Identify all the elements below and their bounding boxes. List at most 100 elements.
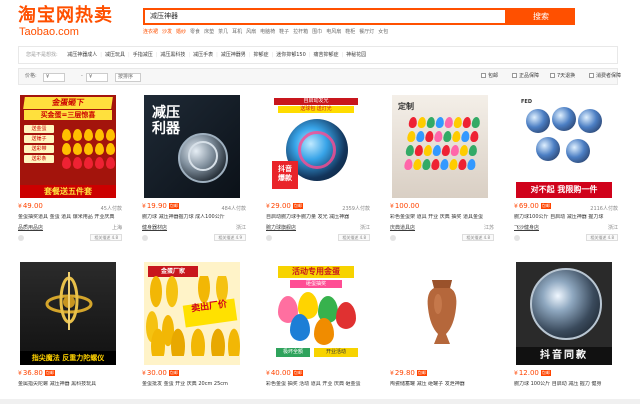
hot-link[interactable]: 拉杆箱 <box>293 29 308 35</box>
service-icons: 相关描述 4.8 <box>390 234 500 242</box>
image-ticket: 送彩带 <box>24 145 54 153</box>
related-search-link[interactable]: 减压神器男 <box>221 52 246 58</box>
product-title[interactable]: 金蛋批发 金蛋 开业 庆典 20cm 25cm <box>142 381 250 388</box>
hot-link[interactable]: 茶几 <box>218 29 228 35</box>
shop-name[interactable]: 飞沙健身店 <box>514 224 539 231</box>
checkbox-icon[interactable] <box>481 73 486 78</box>
checkbox-consumer-protection[interactable]: 消费者保障 <box>589 69 621 84</box>
checkbox-7day-return[interactable]: 7天退换 <box>550 69 575 84</box>
product-card[interactable]: 减压 利器 ¥19.90 包邮 484人付款 腕力球 减压神器握力球 成人100公… <box>138 95 252 247</box>
related-search-link[interactable]: 迷你抑郁150 <box>276 52 306 58</box>
related-search-link[interactable]: 抑郁症 <box>254 52 269 58</box>
hot-link[interactable]: 零食 <box>190 29 200 35</box>
checkbox-icon[interactable] <box>589 73 594 78</box>
wrist-ball-ring <box>188 141 218 171</box>
price-value: 29.80 <box>394 369 415 377</box>
product-price: ¥36.80 包邮 <box>18 369 55 377</box>
product-title[interactable]: 金属指尖陀螺 减压神器 黑科技玩具 <box>18 381 126 388</box>
shop-name[interactable]: 腕力球旗舰店 <box>266 224 296 231</box>
product-title[interactable]: 自启动腕力球手腕力量 发光 减压神器 <box>266 214 374 221</box>
product-title[interactable]: 陶瓷储蓄罐 减压 砸罐子 发泄神器 <box>390 381 498 388</box>
checkbox-genuine[interactable]: 正品保障 <box>512 69 539 84</box>
product-card[interactable]: 抖音同款 ¥12.00 包邮 腕力球 100公斤 自启动 减压 握力 健身 <box>510 262 624 404</box>
product-card[interactable]: 定制 ¥100.00 彩色金蛋架 道具 开业 庆典 抽奖 道具金蛋 庆典道具店 … <box>386 95 500 247</box>
price-value: 100.00 <box>394 202 420 210</box>
related-search-link[interactable]: 减压黑科技 <box>160 52 185 58</box>
seller-icon <box>266 235 272 241</box>
image-bottom-banner: 指尖魔法 反重力陀螺仪 <box>20 351 116 365</box>
related-search-link[interactable]: 减压神器成人 <box>67 52 97 58</box>
product-title[interactable]: 腕力球 100公斤 自启动 减压 握力 健身 <box>514 381 622 388</box>
product-card[interactable]: 自启动发光 送球包 送灯光 抖音 爆款 ¥29.00 包邮 2359人付款 自启动… <box>262 95 376 247</box>
price-min-input[interactable]: ¥ <box>43 73 65 82</box>
checkbox-icon[interactable] <box>512 73 517 78</box>
price-max-input[interactable]: ¥ <box>86 73 108 82</box>
related-search-link[interactable]: 痛苦抑郁症 <box>313 52 338 58</box>
product-card[interactable]: 金蛋厂家 卖出厂价 ¥30.00 包邮 金蛋批发 金蛋 开业 庆典 20cm 25… <box>138 262 252 404</box>
wrist-ball-graphic <box>578 109 602 133</box>
product-title[interactable]: 彩色金蛋架 道具 开业 庆典 抽奖 道具金蛋 <box>390 214 498 221</box>
product-image[interactable]: FED 对不起 我限购一件 <box>516 95 612 198</box>
sort-select[interactable]: 按排序 <box>115 73 141 82</box>
hot-link[interactable]: 鞋子 <box>279 29 289 35</box>
hot-link[interactable]: 沙发 <box>162 29 172 35</box>
hot-link[interactable]: 女包 <box>378 29 388 35</box>
product-title[interactable]: 腕力球100公斤 自启动 减压神器 握力球 <box>514 214 622 221</box>
search-input[interactable]: 减压神器 <box>143 8 507 25</box>
product-card[interactable]: 活动专用金蛋 砸蛋抽奖 极坏全额 开业活动 ¥40.00 包邮 彩色金蛋 抽奖 活… <box>262 262 376 404</box>
hot-link[interactable]: 电风扇 <box>326 29 341 35</box>
product-card[interactable]: FED 对不起 我限购一件 ¥69.00 包邮 2116人付款 腕力球100公斤 … <box>510 95 624 247</box>
location: 江苏 <box>483 225 494 231</box>
related-search-link[interactable]: 减压手表 <box>193 52 213 58</box>
hot-link[interactable]: 连衣裙 <box>143 29 158 35</box>
checkbox-label: 7天退换 <box>557 73 576 79</box>
product-card[interactable]: 指尖魔法 反重力陀螺仪 ¥36.80 包邮 金属指尖陀螺 减压神器 黑科技玩具 <box>14 262 128 404</box>
search-button[interactable]: 搜索 <box>507 8 575 25</box>
product-title[interactable]: 腕力球 减压神器握力球 成人100公斤 <box>142 214 250 221</box>
product-image[interactable]: 金蛋砸下 买金蛋=三层惊喜 送金蛋 送锤子 送彩带 送彩条 套餐送五件套 <box>20 95 116 198</box>
hot-link[interactable]: 风扇 <box>246 29 256 35</box>
hot-link[interactable]: 围巾 <box>312 29 322 35</box>
description-match: 相关描述 4.8 <box>462 234 494 241</box>
price-value: 49.00 <box>22 202 43 210</box>
product-image[interactable]: 定制 <box>392 95 488 198</box>
shop-name[interactable]: 庆典道具店 <box>390 224 415 231</box>
product-title[interactable]: 彩色金蛋 抽奖 活动 道具 开业 庆典 砸金蛋 <box>266 381 374 388</box>
hot-link[interactable]: 电脑椅 <box>260 29 275 35</box>
product-image[interactable]: 活动专用金蛋 砸蛋抽奖 极坏全额 开业活动 <box>268 262 364 365</box>
tag-badge: 包邮 <box>540 370 551 376</box>
image-top-banner: 自启动发光 <box>274 98 358 105</box>
checkbox-label: 正品保障 <box>519 73 540 79</box>
checkbox-icon[interactable] <box>550 73 555 78</box>
product-image[interactable]: 指尖魔法 反重力陀螺仪 <box>20 262 116 365</box>
filter-bar: 价格: ¥ - ¥ 按排序 包邮 正品保障 7天退换 消费者保障 <box>18 68 621 85</box>
related-search-link[interactable]: 减压玩具 <box>105 52 125 58</box>
horizontal-scrollbar[interactable] <box>0 399 640 404</box>
egg-rack-graphic <box>403 117 482 183</box>
hot-link[interactable]: 餐厅灯 <box>359 29 374 35</box>
image-subbanner: 买金蛋=三层惊喜 <box>24 110 112 120</box>
taobao-logo[interactable]: 淘宝网热卖 Taobao.com <box>18 6 113 39</box>
shop-name[interactable]: 健身器材店 <box>142 224 167 231</box>
product-card[interactable]: 金蛋砸下 买金蛋=三层惊喜 送金蛋 送锤子 送彩带 送彩条 套餐送五件套 ¥49… <box>14 95 128 247</box>
product-title[interactable]: 金蛋抽奖道具 金蛋 道具 爆米用品 开业庆典 <box>18 214 126 221</box>
product-price: ¥100.00 <box>390 202 420 210</box>
checkbox-free-shipping[interactable]: 包邮 <box>481 69 498 84</box>
hot-link[interactable]: 婚纱 <box>176 29 186 35</box>
product-image[interactable] <box>392 262 488 365</box>
product-image[interactable]: 金蛋厂家 卖出厂价 <box>144 262 240 365</box>
hot-link[interactable]: 耳机 <box>232 29 242 35</box>
related-search-link[interactable]: 神秘花园 <box>346 52 366 58</box>
related-search-link[interactable]: 手指减压 <box>133 52 153 58</box>
product-image[interactable]: 减压 利器 <box>144 95 240 198</box>
checkbox-label: 消费者保障 <box>596 73 622 79</box>
tag-badge: 包邮 <box>292 203 303 209</box>
hot-link[interactable]: 鞋柜 <box>345 29 355 35</box>
golden-eggs-graphic <box>60 127 115 169</box>
wrist-ball-graphic <box>526 109 550 133</box>
product-image[interactable]: 抖音同款 <box>516 262 612 365</box>
product-card[interactable]: ¥29.80 包邮 陶瓷储蓄罐 减压 砸罐子 发泄神器 <box>386 262 500 404</box>
product-image[interactable]: 自启动发光 送球包 送灯光 抖音 爆款 <box>268 95 364 198</box>
hot-link[interactable]: 床垫 <box>204 29 214 35</box>
shop-name[interactable]: 品质用品店 <box>18 224 43 231</box>
